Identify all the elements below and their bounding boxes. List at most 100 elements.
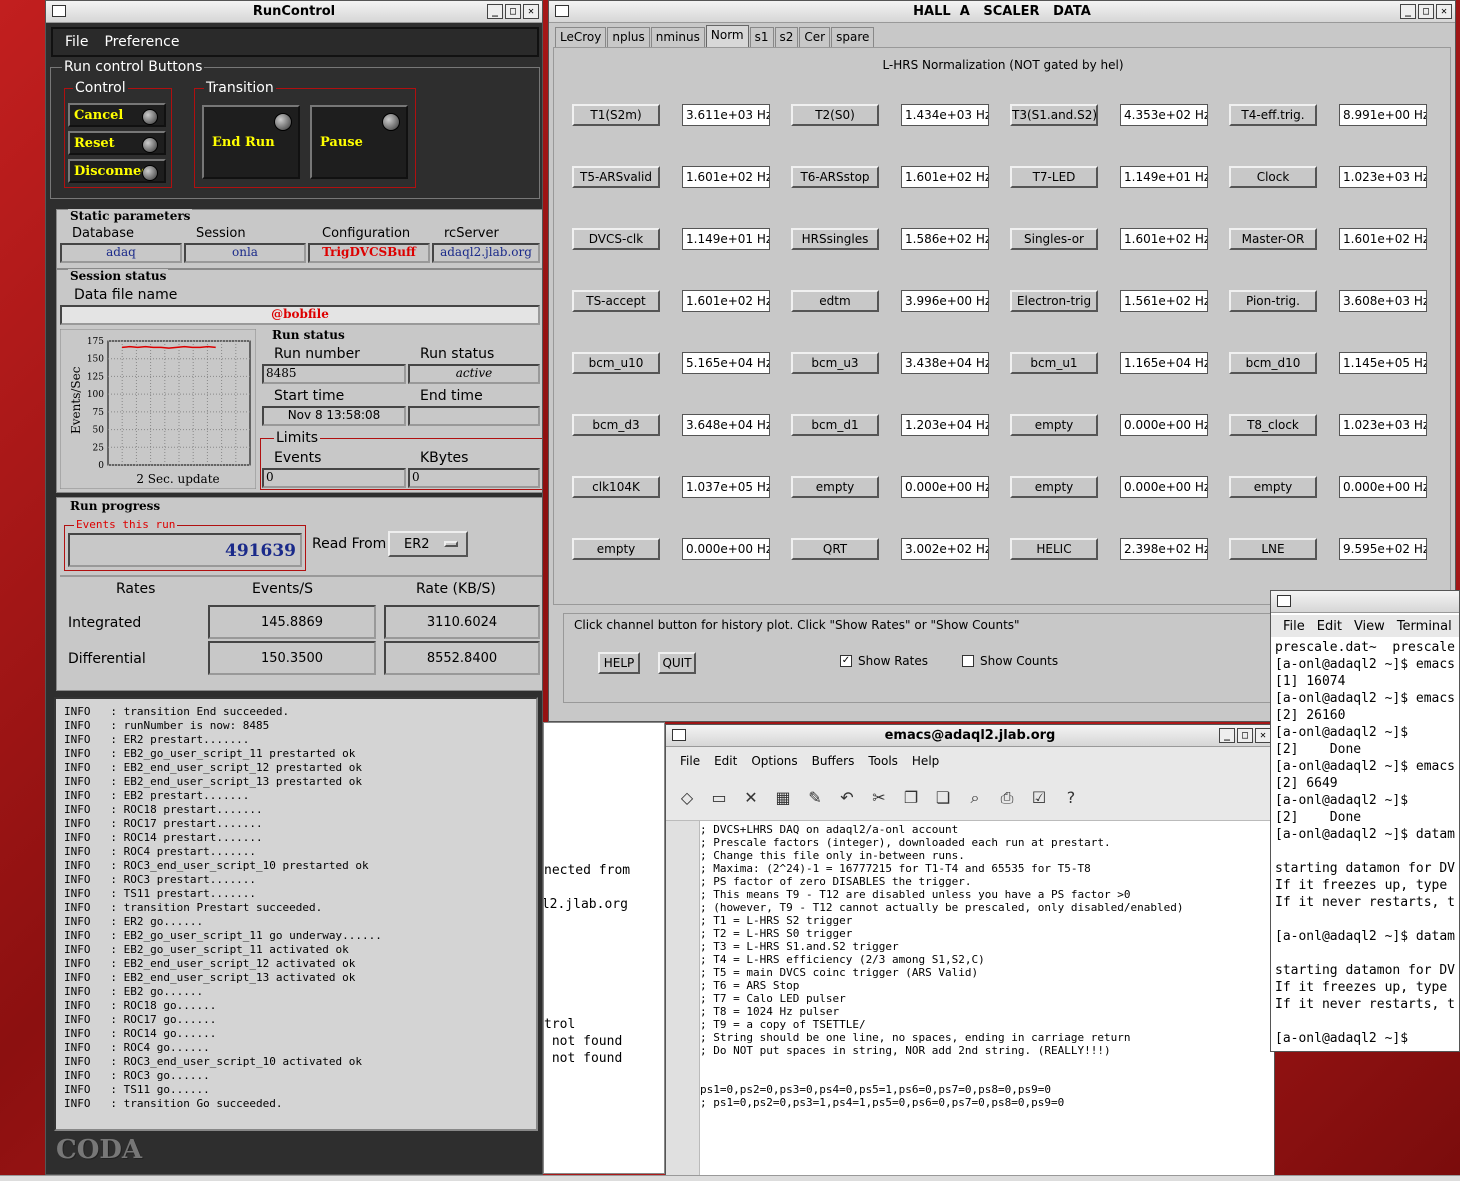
menu-file[interactable]: File	[65, 34, 88, 50]
tab-cer[interactable]: Cer	[799, 27, 831, 47]
tab-s1[interactable]: s1	[749, 27, 774, 47]
channel-button[interactable]: empty	[791, 476, 879, 498]
tab-s2[interactable]: s2	[774, 27, 799, 47]
channel-button[interactable]: TS-accept	[572, 290, 660, 312]
runcontrol-titlebar[interactable]: RunControl _ □ ✕	[46, 1, 542, 23]
terminal-output[interactable]: prescale.dat~ prescale [a-onl@adaql2 ~]$ …	[1275, 639, 1459, 1047]
events-limit-input[interactable]: 0	[262, 468, 406, 488]
channel-button[interactable]: HRSsingles	[791, 228, 879, 250]
maximize-icon[interactable]: □	[505, 4, 521, 19]
channel-button[interactable]: bcm_d10	[1229, 352, 1317, 374]
channel-button[interactable]: T1(S2m)	[572, 104, 660, 126]
tab-nminus[interactable]: nminus	[650, 27, 705, 47]
read-from-select[interactable]: ER2	[388, 531, 468, 557]
help-button[interactable]: HELP	[598, 652, 640, 674]
channel-button[interactable]: bcm_d3	[572, 414, 660, 436]
show-rates-checkbox[interactable]: ✓	[840, 655, 852, 667]
close-icon[interactable]: ✕	[1436, 4, 1452, 19]
menu-options[interactable]: Options	[751, 754, 797, 768]
close-icon[interactable]: ✕	[523, 4, 539, 19]
maximize-icon[interactable]: □	[1418, 4, 1434, 19]
channel-button[interactable]: bcm_u3	[791, 352, 879, 374]
channel-button[interactable]: T2(S0)	[791, 104, 879, 126]
channel-button[interactable]: Singles-or	[1010, 228, 1098, 250]
tab-spare[interactable]: spare	[831, 27, 875, 47]
channel-button[interactable]: QRT	[791, 538, 879, 560]
menu-file[interactable]: File	[680, 754, 700, 768]
close-icon[interactable]: ✕	[1255, 728, 1271, 743]
menu-help[interactable]: Help	[912, 754, 939, 768]
save-icon[interactable]: ▦	[772, 788, 794, 807]
end-run-button[interactable]: End Run	[202, 105, 300, 179]
search-icon[interactable]: ⌕	[964, 788, 986, 808]
menu-edit[interactable]: Edit	[1317, 619, 1342, 634]
undo-icon[interactable]: ↶	[836, 788, 858, 807]
channel-button[interactable]: T5-ARSvalid	[572, 166, 660, 188]
message-log[interactable]: INFO : transition End succeeded. INFO : r…	[54, 697, 538, 1131]
new-file-icon[interactable]: ◇	[676, 788, 698, 807]
channel-button[interactable]: Electron-trig	[1010, 290, 1098, 312]
minimize-icon[interactable]: _	[1400, 4, 1416, 19]
channel-button[interactable]: HELIC	[1010, 538, 1098, 560]
window-menu-icon[interactable]	[555, 5, 569, 17]
channel-button[interactable]: DVCS-clk	[572, 228, 660, 250]
channel-button[interactable]: empty	[572, 538, 660, 560]
channel-button[interactable]: T4-eff.trig.	[1229, 104, 1317, 126]
channel-button[interactable]: clk104K	[572, 476, 660, 498]
menu-tools[interactable]: Tools	[868, 754, 898, 768]
emacs-titlebar[interactable]: emacs@adaql2.jlab.org _ □ ✕	[666, 725, 1274, 747]
scaler-titlebar[interactable]: HALL A SCALER DATA _ □ ✕	[549, 1, 1455, 23]
tab-lecroy[interactable]: LeCroy	[555, 27, 607, 47]
channel-button[interactable]: edtm	[791, 290, 879, 312]
menu-preference[interactable]: Preference	[104, 34, 179, 50]
channel-button[interactable]: T7-LED	[1010, 166, 1098, 188]
menu-file[interactable]: File	[1283, 619, 1305, 634]
channel-button[interactable]: bcm_d1	[791, 414, 879, 436]
channel-button[interactable]: T6-ARSstop	[791, 166, 879, 188]
minimize-icon[interactable]: _	[1219, 728, 1235, 743]
print-icon[interactable]: ⎙	[996, 788, 1018, 808]
terminal-titlebar[interactable]	[1271, 591, 1459, 613]
show-counts-checkbox[interactable]	[962, 655, 974, 667]
taskbar[interactable]	[0, 1175, 1460, 1181]
background-terminal[interactable]: nected from ql2.jlab.org trol not found …	[543, 722, 665, 1174]
disconnect-button[interactable]: Disconnect	[68, 159, 166, 183]
open-folder-icon[interactable]: ▭	[708, 788, 730, 807]
tab-nplus[interactable]: nplus	[607, 27, 650, 47]
kbytes-limit-input[interactable]: 0	[408, 468, 540, 488]
channel-button[interactable]: empty	[1010, 414, 1098, 436]
cut-icon[interactable]: ✂	[868, 788, 890, 807]
preferences-icon[interactable]: ☑	[1028, 788, 1050, 807]
menu-edit[interactable]: Edit	[714, 754, 737, 768]
channel-button[interactable]: empty	[1229, 476, 1317, 498]
pause-button[interactable]: Pause	[310, 105, 408, 179]
paste-icon[interactable]: ❏	[932, 788, 954, 807]
channel-button[interactable]: bcm_u10	[572, 352, 660, 374]
help-icon[interactable]: ?	[1060, 788, 1082, 807]
channel-button[interactable]: Clock	[1229, 166, 1317, 188]
channel-button[interactable]: T3(S1.and.S2)	[1010, 104, 1098, 126]
channel-button[interactable]: bcm_u1	[1010, 352, 1098, 374]
tab-norm[interactable]: Norm	[705, 25, 749, 47]
emacs-line: ; T6 = ARS Stop	[700, 979, 800, 992]
channel-button[interactable]: Pion-trig.	[1229, 290, 1317, 312]
copy-icon[interactable]: ❐	[900, 788, 922, 807]
window-menu-icon[interactable]	[672, 729, 686, 741]
menu-buffers[interactable]: Buffers	[812, 754, 855, 768]
channel-button[interactable]: LNE	[1229, 538, 1317, 560]
window-menu-icon[interactable]	[1277, 595, 1291, 607]
maximize-icon[interactable]: □	[1237, 728, 1253, 743]
close-buffer-icon[interactable]: ✕	[740, 788, 762, 807]
minimize-icon[interactable]: _	[487, 4, 503, 19]
cancel-button[interactable]: Cancel	[68, 103, 166, 127]
reset-button[interactable]: Reset	[68, 131, 166, 155]
channel-button[interactable]: T8_clock	[1229, 414, 1317, 436]
emacs-buffer[interactable]: ; DVCS+LHRS DAQ on adaql2/a-onl account;…	[700, 821, 1274, 1179]
quit-button[interactable]: QUIT	[658, 652, 696, 674]
menu-terminal[interactable]: Terminal	[1397, 619, 1452, 634]
channel-button[interactable]: empty	[1010, 476, 1098, 498]
window-menu-icon[interactable]	[52, 5, 66, 17]
menu-view[interactable]: View	[1354, 619, 1385, 634]
save-as-icon[interactable]: ✎	[804, 788, 826, 807]
channel-button[interactable]: Master-OR	[1229, 228, 1317, 250]
